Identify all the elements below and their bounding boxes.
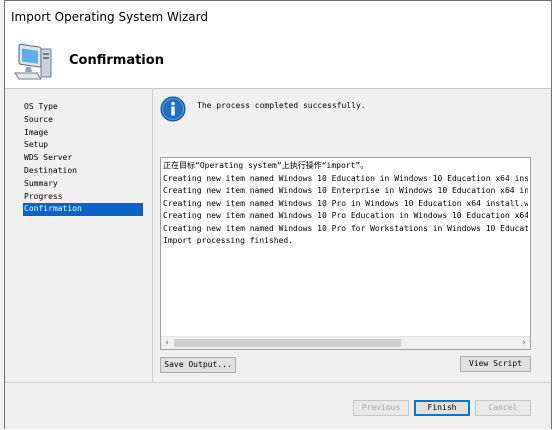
nav-item-image[interactable]: Image bbox=[23, 127, 143, 140]
nav-item-wds-server[interactable]: WDS Server bbox=[23, 152, 143, 165]
view-script-button[interactable]: View Script bbox=[460, 356, 531, 372]
wizard-header: Confirmation bbox=[5, 31, 551, 89]
output-log[interactable]: 正在目标“Operating system”上执行操作“import”。 Cre… bbox=[160, 157, 531, 350]
log-line: Creating new item named Windows 10 Pro i… bbox=[163, 198, 528, 208]
cancel-button[interactable]: Cancel bbox=[475, 400, 531, 416]
nav-item-os-type[interactable]: OS Type bbox=[23, 101, 143, 114]
log-line: Creating new item named Windows 10 Enter… bbox=[163, 186, 528, 195]
log-line: Import processing finished. bbox=[163, 236, 294, 245]
title-bar[interactable]: Import Operating System Wizard bbox=[5, 1, 551, 31]
page-title: Confirmation bbox=[69, 53, 164, 68]
scroll-left-icon[interactable]: ‹ bbox=[161, 337, 173, 349]
status-message: The process completed successfully. bbox=[197, 101, 366, 110]
wizard-window: Import Operating System Wizard Confirmat… bbox=[4, 0, 552, 429]
wizard-steps-nav: OS Type Source Image Setup WDS Server De… bbox=[23, 101, 143, 217]
log-line: Creating new item named Windows 10 Pro E… bbox=[163, 211, 528, 220]
nav-item-progress[interactable]: Progress bbox=[23, 191, 143, 204]
window-title: Import Operating System Wizard bbox=[11, 10, 208, 24]
wizard-body: OS Type Source Image Setup WDS Server De… bbox=[5, 89, 551, 429]
log-line: 正在目标“Operating system”上执行操作“import”。 bbox=[163, 161, 369, 170]
nav-item-setup[interactable]: Setup bbox=[23, 139, 143, 152]
nav-item-source[interactable]: Source bbox=[23, 114, 143, 127]
computer-icon bbox=[14, 43, 52, 80]
horizontal-scrollbar[interactable]: ‹ › bbox=[161, 336, 530, 349]
footer-divider bbox=[5, 382, 551, 383]
save-output-button[interactable]: Save Output... bbox=[160, 357, 236, 373]
finish-button[interactable]: Finish bbox=[414, 400, 470, 416]
info-icon bbox=[160, 96, 186, 122]
nav-divider bbox=[152, 89, 153, 382]
nav-item-confirmation[interactable]: Confirmation bbox=[23, 203, 143, 217]
previous-button[interactable]: Previous bbox=[353, 400, 409, 416]
nav-item-destination[interactable]: Destination bbox=[23, 165, 143, 178]
log-line: Creating new item named Windows 10 Educa… bbox=[163, 173, 528, 183]
nav-item-summary[interactable]: Summary bbox=[23, 178, 143, 191]
scroll-right-icon[interactable]: › bbox=[518, 337, 530, 349]
scrollbar-thumb[interactable] bbox=[174, 339, 401, 347]
log-line: Creating new item named Windows 10 Pro f… bbox=[163, 223, 528, 233]
